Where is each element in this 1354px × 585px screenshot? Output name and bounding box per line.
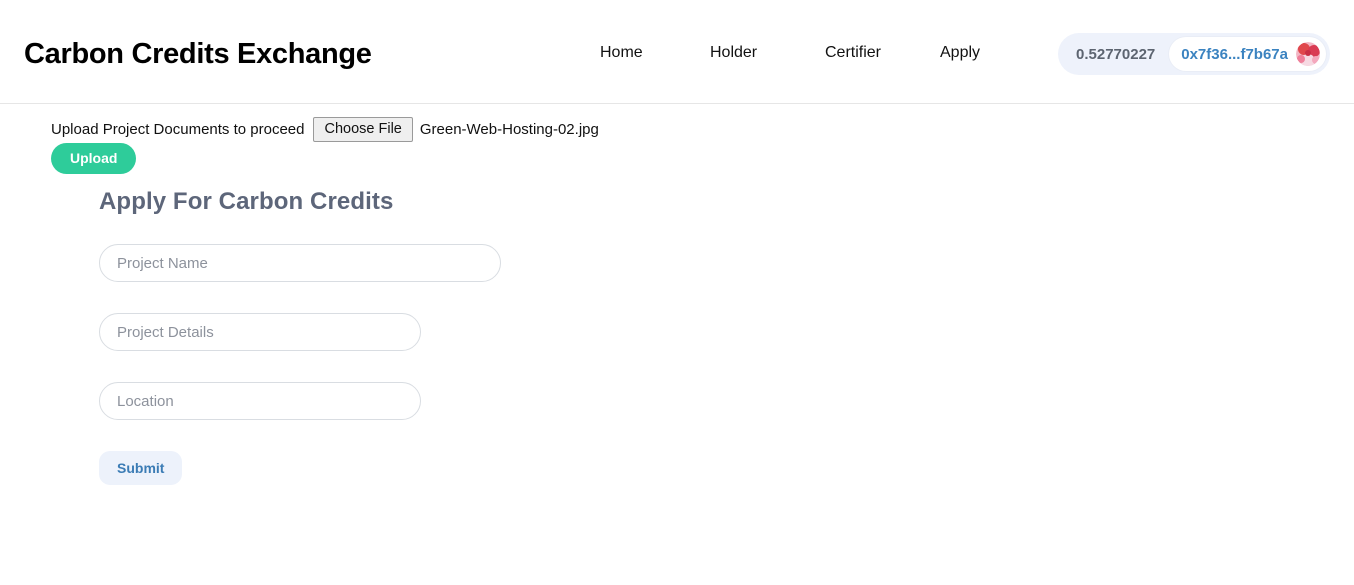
project-name-input[interactable]	[99, 244, 501, 282]
wallet-badge[interactable]: 0.52770227 0x7f36...f7b67a	[1058, 33, 1330, 75]
wallet-identicon-avatar-icon	[1296, 42, 1320, 66]
wallet-balance: 0.52770227	[1076, 45, 1156, 63]
upload-documents-row: Upload Project Documents to proceed Choo…	[51, 117, 599, 142]
site-header: Carbon Credits Exchange Home Holder Cert…	[0, 0, 1354, 104]
form-title: Apply For Carbon Credits	[99, 188, 394, 215]
apply-form: Apply For Carbon Credits Submit	[99, 188, 501, 485]
wallet-address-pill[interactable]: 0x7f36...f7b67a	[1169, 37, 1326, 71]
wallet-address: 0x7f36...f7b67a	[1181, 45, 1288, 63]
project-details-input[interactable]	[99, 313, 421, 351]
nav-link-home[interactable]: Home	[600, 44, 710, 62]
selected-file-name: Green-Web-Hosting-02.jpg	[419, 121, 599, 138]
submit-button[interactable]: Submit	[99, 451, 183, 485]
main-navigation: Home Holder Certifier Apply	[600, 44, 1000, 62]
location-input[interactable]	[99, 382, 421, 420]
upload-instruction-label: Upload Project Documents to proceed	[51, 121, 305, 138]
site-brand-title: Carbon Credits Exchange	[24, 38, 372, 70]
nav-link-holder[interactable]: Holder	[710, 44, 825, 62]
upload-button[interactable]: Upload	[51, 143, 137, 174]
nav-link-certifier[interactable]: Certifier	[825, 44, 940, 62]
nav-link-apply[interactable]: Apply	[940, 44, 1000, 62]
choose-file-button[interactable]: Choose File	[313, 117, 413, 142]
